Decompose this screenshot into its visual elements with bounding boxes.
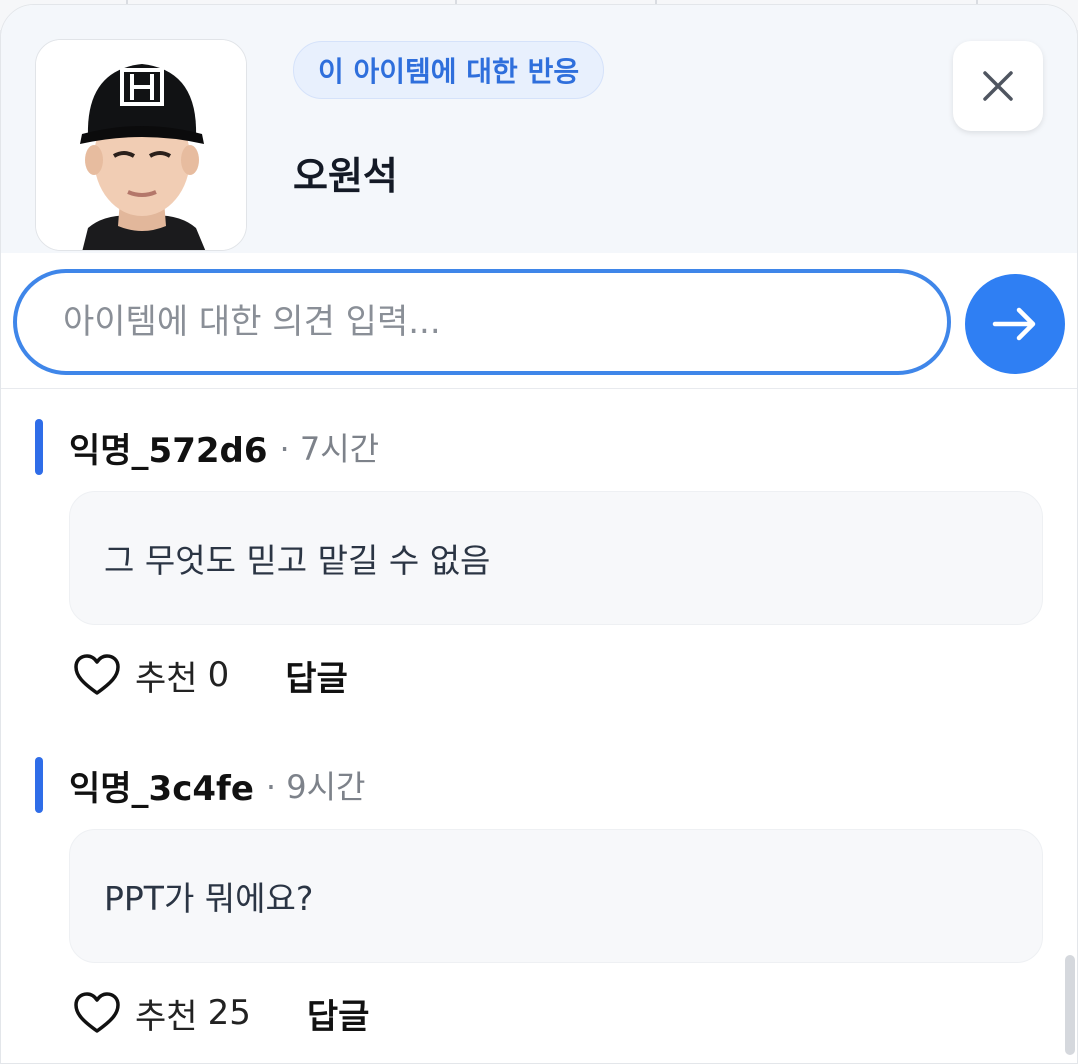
comment-composer bbox=[1, 253, 1077, 389]
comment-actions: 추천 0 답글 bbox=[73, 645, 348, 705]
like-count: 25 bbox=[207, 993, 251, 1033]
comment-accent-bar bbox=[35, 419, 43, 475]
comment-author: 익명_572d6 bbox=[69, 430, 268, 471]
heart-icon bbox=[74, 992, 120, 1033]
heart-icon bbox=[74, 654, 120, 695]
send-button[interactable] bbox=[965, 274, 1065, 374]
item-header: 이 아이템에 대한 반응 오원석 bbox=[1, 5, 1077, 253]
item-reaction-tag: 이 아이템에 대한 반응 bbox=[293, 41, 605, 99]
comment-author: 익명_3c4fe bbox=[69, 768, 254, 809]
comment-time: · 9시간 bbox=[265, 768, 366, 806]
close-button[interactable] bbox=[953, 41, 1043, 131]
like-button[interactable]: 추천 0 bbox=[73, 651, 229, 700]
reply-button[interactable]: 답글 bbox=[285, 651, 348, 700]
like-button[interactable]: 추천 25 bbox=[73, 989, 251, 1038]
player-avatar bbox=[35, 39, 247, 251]
comment-sheet: 이 아이템에 대한 반응 오원석 익명_572d6 · 7시간 그 무엇도 믿고… bbox=[0, 4, 1078, 1064]
item-name: 오원석 bbox=[293, 154, 398, 198]
comment-time: · 7시간 bbox=[279, 430, 380, 468]
comment-bubble: 그 무엇도 믿고 맡길 수 없음 bbox=[69, 491, 1043, 625]
comment-accent-bar bbox=[35, 757, 43, 813]
player-photo-icon bbox=[36, 40, 246, 250]
comment-header: 익명_3c4fe · 9시간 bbox=[35, 757, 365, 813]
close-icon bbox=[983, 71, 1013, 101]
scrollbar[interactable] bbox=[1065, 955, 1075, 1055]
like-label: 추천 bbox=[135, 658, 198, 699]
like-label: 추천 bbox=[135, 996, 198, 1037]
comment-actions: 추천 25 답글 bbox=[73, 983, 369, 1043]
comment-input[interactable] bbox=[13, 269, 951, 375]
like-count: 0 bbox=[207, 655, 230, 695]
comment-header: 익명_572d6 · 7시간 bbox=[35, 419, 379, 475]
reply-button[interactable]: 답글 bbox=[307, 989, 370, 1038]
comment-bubble: PPT가 뭐에요? bbox=[69, 829, 1043, 963]
arrow-right-icon bbox=[992, 307, 1036, 341]
